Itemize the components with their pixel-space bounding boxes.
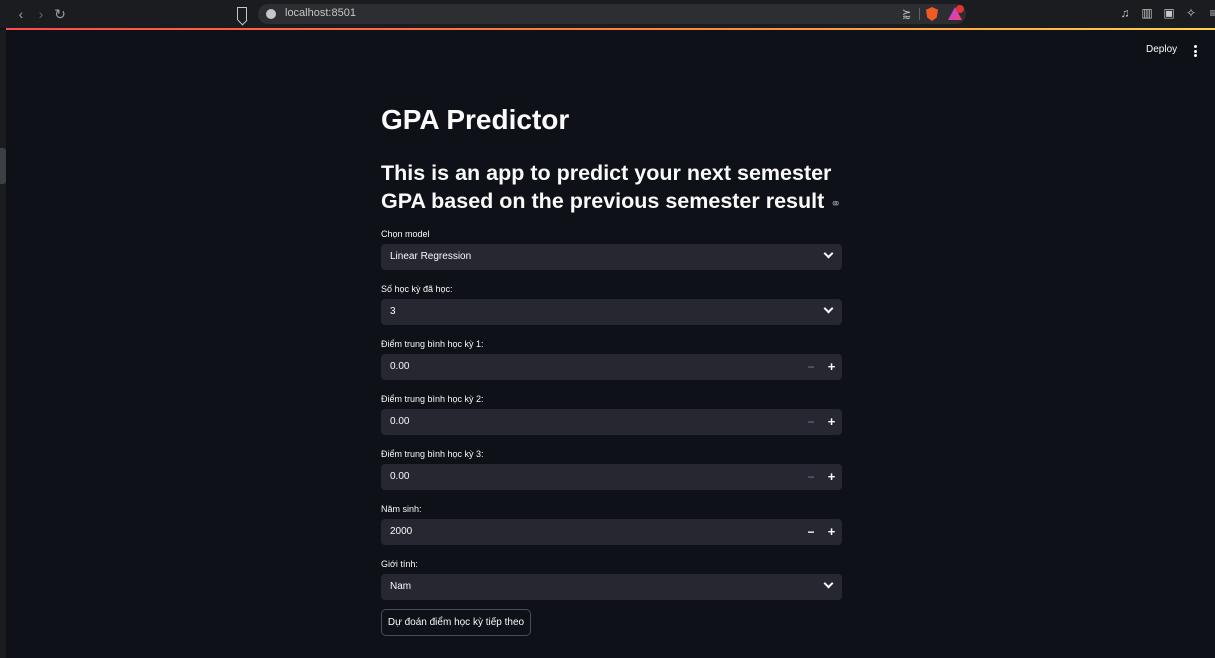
anchor-link-icon[interactable]: ⚭ (830, 196, 841, 211)
model-label: Chọn model (381, 229, 430, 239)
forward-icon[interactable]: › (33, 6, 49, 22)
gender-label: Giới tính: (381, 559, 418, 569)
gpa1-value[interactable]: 0.00 (390, 361, 409, 372)
birth-year-value[interactable]: 2000 (390, 526, 412, 537)
gpa1-label: Điểm trung bình học kỳ 1: (381, 339, 484, 349)
chevron-down-icon (823, 578, 834, 589)
model-select-value: Linear Regression (390, 251, 472, 262)
media-icon[interactable]: ♫ (1118, 6, 1132, 20)
decrement-button[interactable]: − (801, 519, 821, 545)
semesters-label: Số học kỳ đã học: (381, 284, 453, 294)
gpa2-value[interactable]: 0.00 (390, 416, 409, 427)
browser-toolbar: ‹ › ↻ localhost:8501 ⪸ ♫ ▥ ▣ ✧ ≡ (0, 0, 1215, 28)
brave-shields-icon[interactable] (926, 7, 938, 21)
address-bar[interactable]: localhost:8501 ⪸ (258, 4, 966, 24)
decrement-button[interactable]: − (801, 354, 821, 380)
reload-icon[interactable]: ↻ (52, 6, 68, 22)
increment-button[interactable]: + (821, 409, 842, 435)
gpa3-label: Điểm trung bình học kỳ 3: (381, 449, 484, 459)
back-icon[interactable]: ‹ (13, 6, 29, 22)
gpa2-number-input[interactable]: 0.00 − + (381, 409, 842, 435)
toolbar-right-icons: ♫ ▥ ▣ ✧ ≡ (1118, 6, 1215, 20)
url-text[interactable]: localhost:8501 (285, 7, 356, 19)
gpa2-label: Điểm trung bình học kỳ 2: (381, 394, 484, 404)
deploy-button[interactable]: Deploy (1146, 44, 1177, 55)
page-subtitle: This is an app to predict your next seme… (381, 159, 851, 218)
decrement-button[interactable]: − (801, 464, 821, 490)
birth-year-label: Năm sinh: (381, 504, 422, 514)
gpa3-number-input[interactable]: 0.00 − + (381, 464, 842, 490)
birth-year-number-input[interactable]: 2000 − + (381, 519, 842, 545)
hamburger-menu-icon[interactable]: ≡ (1206, 6, 1215, 20)
predict-button[interactable]: Dự đoán điểm học kỳ tiếp theo (381, 609, 531, 636)
wallet-icon[interactable]: ▣ (1162, 6, 1176, 20)
site-info-icon[interactable] (266, 9, 276, 19)
divider (919, 8, 920, 20)
subtitle-text: This is an app to predict your next seme… (381, 161, 832, 213)
sidebar-icon[interactable]: ▥ (1140, 6, 1154, 20)
more-vert-icon[interactable] (1193, 45, 1197, 57)
bookmark-icon[interactable] (237, 7, 247, 20)
sidebar-expand-handle[interactable] (0, 148, 6, 184)
left-edge (0, 30, 6, 658)
share-icon[interactable]: ⪸ (902, 7, 911, 20)
loading-accent-bar (6, 28, 1215, 30)
increment-button[interactable]: + (821, 354, 842, 380)
gender-select[interactable]: Nam (381, 574, 842, 600)
chevron-down-icon (823, 248, 834, 259)
increment-button[interactable]: + (821, 464, 842, 490)
leo-ai-icon[interactable]: ✧ (1184, 6, 1198, 20)
gpa1-number-input[interactable]: 0.00 − + (381, 354, 842, 380)
page-title: GPA Predictor (381, 104, 570, 135)
chevron-down-icon (823, 303, 834, 314)
semesters-select[interactable]: 3 (381, 299, 842, 325)
notification-badge (956, 5, 964, 13)
decrement-button[interactable]: − (801, 409, 821, 435)
semesters-select-value: 3 (390, 306, 396, 317)
gpa3-value[interactable]: 0.00 (390, 471, 409, 482)
increment-button[interactable]: + (821, 519, 842, 545)
model-select[interactable]: Linear Regression (381, 244, 842, 270)
gender-select-value: Nam (390, 581, 412, 592)
